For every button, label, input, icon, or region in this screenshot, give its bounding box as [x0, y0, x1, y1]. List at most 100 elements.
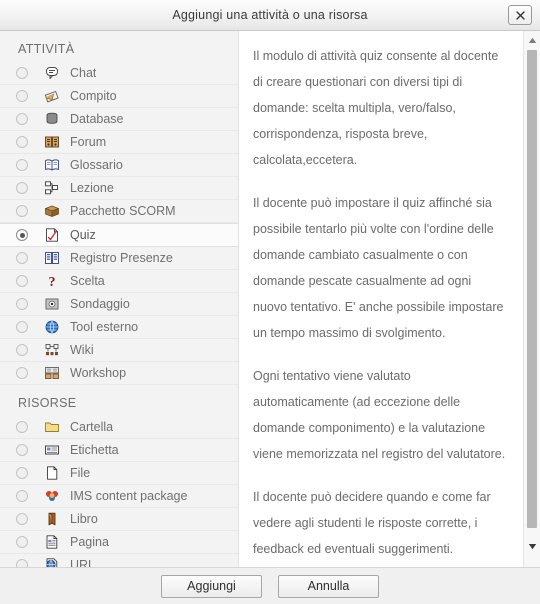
option-forum[interactable]: Forum: [0, 131, 238, 154]
option-label-pagina: Pagina: [70, 535, 109, 549]
dialog-title: Aggiungi una attività o una risorsa: [172, 8, 368, 22]
description-paragraph: Il docente può decidere quando e come fa…: [253, 490, 491, 556]
radio-quiz[interactable]: [16, 229, 28, 241]
add-button[interactable]: Aggiungi: [161, 574, 262, 598]
option-chat[interactable]: Chat: [0, 62, 238, 85]
radio-tool-esterno[interactable]: [16, 321, 28, 333]
dialog-footer: Aggiungi Annulla: [0, 567, 540, 604]
option-workshop[interactable]: Workshop: [0, 362, 238, 385]
section-resources: RISORSE Cartella Etichetta File IMS cont…: [0, 385, 238, 567]
radio-database[interactable]: [16, 113, 28, 125]
radio-file[interactable]: [16, 467, 28, 479]
option-compito[interactable]: Compito: [0, 85, 238, 108]
section-heading-resources: RISORSE: [18, 396, 77, 410]
option-label-forum: Forum: [70, 135, 107, 149]
option-label-tool-esterno: Tool esterno: [70, 320, 139, 334]
radio-ims-content-package[interactable]: [16, 490, 28, 502]
scroll-up-icon[interactable]: [524, 33, 540, 48]
option-file[interactable]: File: [0, 462, 238, 485]
option-label-sondaggio: Sondaggio: [70, 297, 130, 311]
section-activities: ATTIVITÀ Chat Compito Database Forum Glo…: [0, 31, 238, 385]
option-label-file: File: [70, 466, 91, 480]
radio-chat[interactable]: [16, 67, 28, 79]
option-label-registro-presenze: Registro Presenze: [70, 251, 173, 265]
wiki-icon: [44, 342, 60, 358]
option-label-etichetta: Etichetta: [70, 443, 119, 457]
quiz-icon: [44, 227, 60, 243]
option-glossario[interactable]: Glossario: [0, 154, 238, 177]
ims-package-icon: [44, 488, 60, 504]
radio-scelta[interactable]: [16, 275, 28, 287]
option-label-lezione: Lezione: [70, 181, 114, 195]
radio-sondaggio[interactable]: [16, 298, 28, 310]
glossary-icon: [44, 157, 60, 173]
description-scrollbar[interactable]: [523, 31, 540, 567]
radio-registro-presenze[interactable]: [16, 252, 28, 264]
option-label-scelta: Scelta: [70, 274, 105, 288]
option-quiz[interactable]: Quiz: [0, 223, 238, 247]
attendance-icon: [44, 250, 60, 266]
option-pagina[interactable]: Pagina: [0, 531, 238, 554]
svg-text:?: ?: [49, 275, 56, 289]
cancel-button[interactable]: Annulla: [278, 574, 379, 598]
radio-etichetta[interactable]: [16, 444, 28, 456]
radio-url[interactable]: [16, 559, 28, 567]
option-label-glossario: Glossario: [70, 158, 123, 172]
description-paragraph: Il docente può impostare il quiz affinch…: [253, 196, 504, 340]
option-label-compito: Compito: [70, 89, 117, 103]
option-url[interactable]: URL: [0, 554, 238, 567]
option-sondaggio[interactable]: Sondaggio: [0, 293, 238, 316]
external-tool-icon: [44, 319, 60, 335]
radio-forum[interactable]: [16, 136, 28, 148]
module-chooser-list: ATTIVITÀ Chat Compito Database Forum Glo…: [0, 31, 239, 567]
radio-scorm[interactable]: [16, 205, 28, 217]
file-icon: [44, 465, 60, 481]
label-icon: [44, 442, 60, 458]
option-label-url: URL: [70, 558, 96, 567]
assignment-icon: [44, 88, 60, 104]
radio-cartella[interactable]: [16, 421, 28, 433]
forum-icon: [44, 134, 60, 150]
radio-pagina[interactable]: [16, 536, 28, 548]
option-label-ims-content-package: IMS content package: [70, 489, 188, 503]
description-paragraph: Il modulo di attività quiz consente al d…: [253, 49, 499, 167]
dialog-body: ATTIVITÀ Chat Compito Database Forum Glo…: [0, 31, 540, 567]
activity-option-list: Chat Compito Database Forum Glossario Le…: [0, 62, 238, 385]
option-tool-esterno[interactable]: Tool esterno: [0, 316, 238, 339]
description-paragraph: Ogni tentativo viene valutato automatica…: [253, 369, 506, 461]
option-libro[interactable]: Libro: [0, 508, 238, 531]
radio-workshop[interactable]: [16, 367, 28, 379]
module-description-pane: Il modulo di attività quiz consente al d…: [239, 31, 540, 567]
option-label-libro: Libro: [70, 512, 98, 526]
database-icon: [44, 111, 60, 127]
option-scelta[interactable]: ? Scelta: [0, 270, 238, 293]
option-label-database: Database: [70, 112, 124, 126]
option-label-wiki: Wiki: [70, 343, 94, 357]
close-icon[interactable]: [508, 5, 532, 25]
survey-icon: [44, 296, 60, 312]
radio-glossario[interactable]: [16, 159, 28, 171]
option-lezione[interactable]: Lezione: [0, 177, 238, 200]
radio-compito[interactable]: [16, 90, 28, 102]
choice-icon: ?: [44, 273, 60, 290]
option-scorm[interactable]: Pacchetto SCORM: [0, 200, 238, 223]
option-ims-content-package[interactable]: IMS content package: [0, 485, 238, 508]
option-label-scorm: Pacchetto SCORM: [70, 204, 176, 218]
scrollbar-thumb[interactable]: [527, 50, 537, 528]
radio-lezione[interactable]: [16, 182, 28, 194]
scorm-package-icon: [44, 203, 60, 219]
chat-icon: [44, 65, 60, 81]
radio-wiki[interactable]: [16, 344, 28, 356]
option-wiki[interactable]: Wiki: [0, 339, 238, 362]
lesson-icon: [44, 180, 60, 196]
section-heading-activities: ATTIVITÀ: [18, 42, 75, 56]
book-icon: [44, 511, 60, 527]
scroll-down-icon[interactable]: [524, 539, 540, 554]
option-etichetta[interactable]: Etichetta: [0, 439, 238, 462]
option-registro-presenze[interactable]: Registro Presenze: [0, 247, 238, 270]
option-label-workshop: Workshop: [70, 366, 127, 380]
option-cartella[interactable]: Cartella: [0, 416, 238, 439]
option-label-chat: Chat: [70, 66, 97, 80]
option-database[interactable]: Database: [0, 108, 238, 131]
radio-libro[interactable]: [16, 513, 28, 525]
